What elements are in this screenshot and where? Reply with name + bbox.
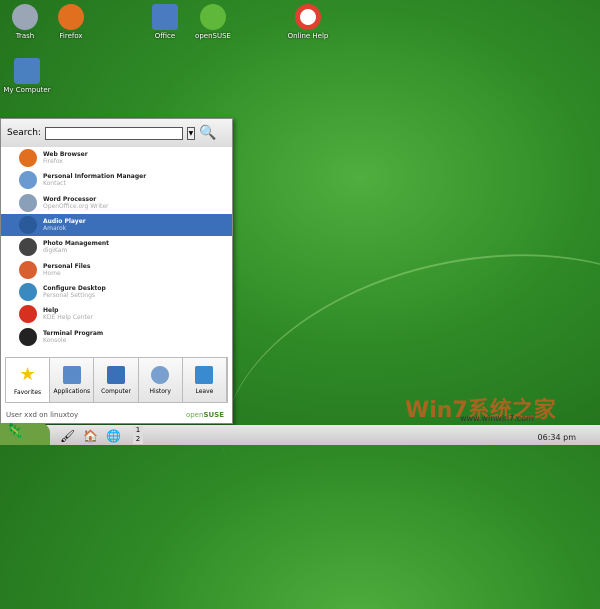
tab-leave[interactable]: Leave — [183, 358, 228, 402]
opensuse-logo: openSUSE — [185, 411, 224, 419]
office-icon — [152, 4, 178, 30]
menu-item[interactable]: Audio Player Amarok — [1, 213, 232, 237]
app-icon — [19, 305, 37, 324]
desktop-icon-opensuse[interactable]: openSUSE — [183, 4, 243, 40]
menu-item[interactable]: Photo Management digiKam — [1, 236, 232, 258]
home-icon[interactable]: 🏠 — [83, 429, 98, 443]
search-bar: Search: ▼ 🔍 — [1, 119, 232, 147]
app-icon — [19, 327, 37, 346]
watermark-url: www.winwin7.com — [460, 414, 534, 423]
kickoff-button[interactable]: 🦎 — [0, 423, 50, 445]
app-icon — [19, 282, 37, 301]
lifebuoy-icon — [295, 4, 321, 30]
browser-icon[interactable]: 🌐 — [106, 429, 121, 443]
menu-tabs: ★ Favorites Applications Computer History Lea… — [5, 357, 228, 403]
app-icon — [19, 260, 37, 279]
trash-icon — [12, 4, 38, 30]
start-menu: Search: ▼ 🔍 Web Browser Firefox Personal I… — [0, 118, 233, 424]
opensuse-icon — [200, 4, 226, 30]
menu-item[interactable]: Terminal Program Konsole — [1, 325, 232, 347]
app-icon — [19, 238, 37, 257]
app-icon — [19, 216, 37, 235]
desktop-icon-my-computer[interactable]: My Computer — [0, 58, 57, 94]
menu-footer: User xxd on linuxtoy openSUSE — [6, 411, 224, 419]
leave-icon — [195, 365, 214, 384]
tab-history[interactable]: History — [139, 358, 183, 402]
menu-item[interactable]: Help KDE Help Center — [1, 303, 232, 325]
tab-favorites[interactable]: ★ Favorites — [6, 358, 51, 402]
menu-item[interactable]: Personal Files Home — [1, 258, 232, 280]
clock-icon — [151, 365, 170, 384]
desktop-icon[interactable]: 🖌 — [60, 429, 75, 443]
star-icon: ★ — [19, 364, 36, 385]
firefox-icon — [58, 4, 84, 30]
applications-icon — [62, 365, 81, 384]
app-icon — [19, 171, 37, 190]
menu-item[interactable]: Configure Desktop Personal Settings — [1, 281, 232, 303]
chevron-down-icon[interactable]: ▼ — [186, 126, 195, 140]
computer-icon — [14, 58, 40, 84]
desktop-pager[interactable]: 12 — [133, 426, 143, 444]
search-icon[interactable]: 🔍 — [199, 125, 216, 141]
app-icon — [19, 149, 37, 168]
menu-item[interactable]: Personal Information Manager Kontact — [1, 169, 232, 191]
app-icon — [19, 193, 37, 212]
tab-applications[interactable]: Applications — [50, 358, 95, 402]
quick-launch: 🖌 🏠 🌐 — [60, 429, 121, 443]
computer-icon — [107, 365, 125, 384]
tab-computer[interactable]: Computer — [94, 358, 139, 402]
search-input[interactable] — [44, 126, 183, 140]
menu-item[interactable]: Word Processor OpenOffice.org Writer — [1, 192, 232, 214]
menu-item[interactable]: Web Browser Firefox — [1, 147, 232, 169]
desktop-icon-firefox[interactable]: Firefox — [41, 4, 101, 40]
desktop-icon-online-help[interactable]: Online Help — [278, 4, 338, 40]
clock[interactable]: 06:34 pm — [538, 433, 576, 442]
